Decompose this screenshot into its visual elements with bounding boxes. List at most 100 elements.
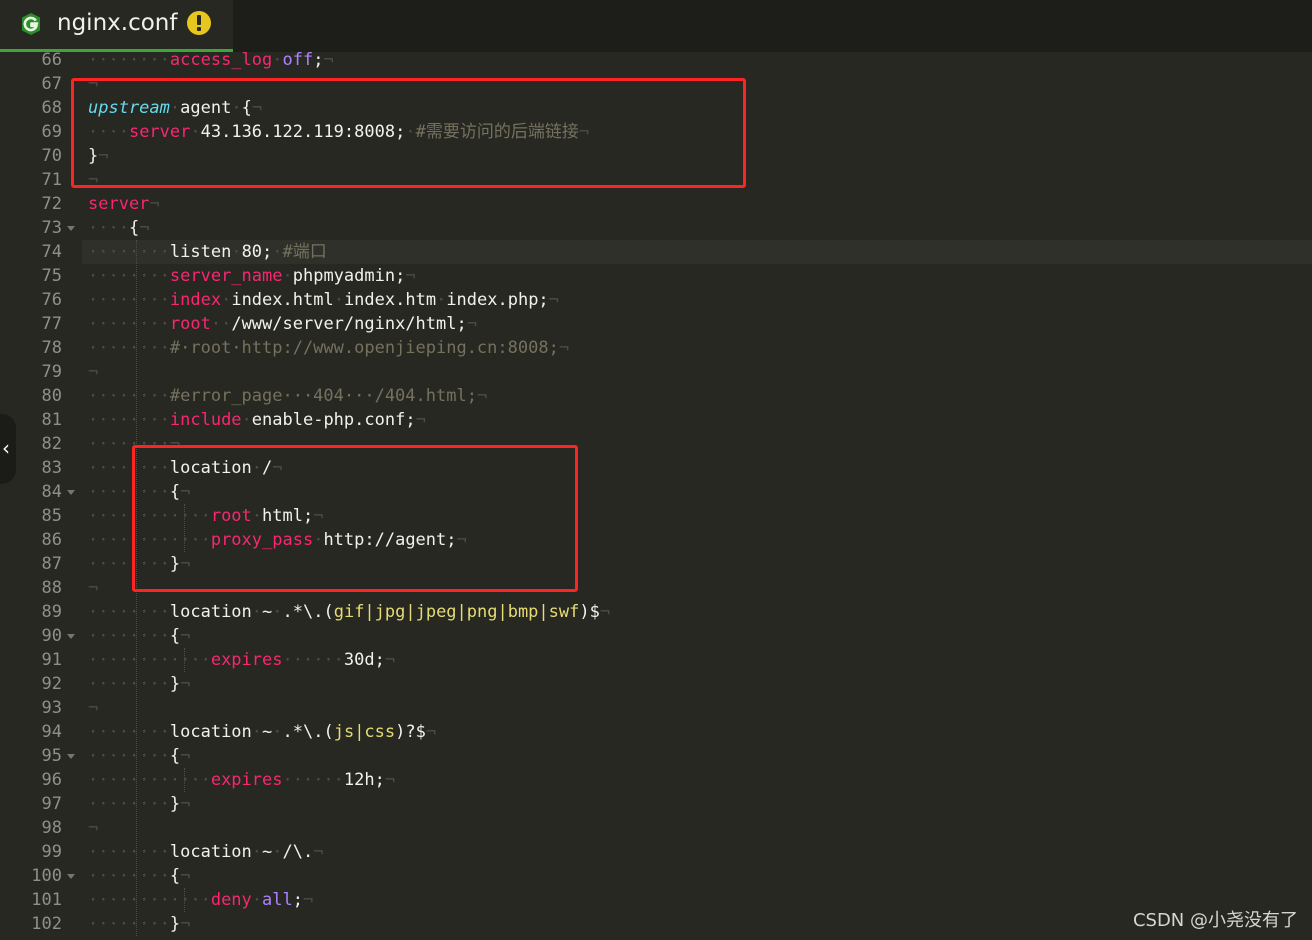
code-line[interactable]: ········}¬ (82, 912, 1312, 936)
code-line[interactable]: ········#error_page···404···/404.html;¬ (82, 384, 1312, 408)
code-token: location (169, 722, 252, 742)
whitespace-marker: ·· (210, 314, 232, 334)
code-line[interactable]: ········{¬ (82, 624, 1312, 648)
warning-icon[interactable] (187, 11, 211, 35)
whitespace-marker: · (272, 842, 283, 862)
fold-arrow-icon[interactable] (67, 634, 75, 639)
code-token: ; (292, 890, 303, 910)
line-number: 89 (41, 602, 62, 622)
whitespace-marker: · (251, 602, 263, 622)
code-token: gif|jpg|jpeg|png|bmp|swf (333, 602, 580, 622)
code-line[interactable]: ········}¬ (82, 792, 1312, 816)
code-line[interactable]: ········}¬ (82, 672, 1312, 696)
whitespace-marker: · (231, 242, 242, 262)
code-token: js|css (333, 722, 396, 742)
line-number: 72 (41, 194, 62, 214)
line-number: 66 (41, 52, 62, 70)
code-line[interactable]: ········location·~·.*\.(gif|jpg|jpeg|png… (82, 600, 1312, 624)
line-number: 84 (41, 482, 62, 502)
line-number: 101 (31, 890, 62, 910)
line-number: 68 (41, 98, 62, 118)
fold-arrow-icon[interactable] (67, 226, 75, 231)
line-number: 93 (41, 698, 62, 718)
line-number: 74 (41, 242, 62, 262)
line-number: 77 (41, 314, 62, 334)
whitespace-marker: ········ (88, 626, 170, 646)
side-panel-toggle[interactable]: ‹ (0, 414, 16, 484)
fold-arrow-icon[interactable] (67, 754, 75, 759)
code-token: ~ (262, 842, 273, 862)
code-token: expires (210, 650, 283, 670)
whitespace-marker: · (272, 722, 283, 742)
line-number: 75 (41, 266, 62, 286)
line-number: 69 (41, 122, 62, 142)
code-token: index.html (231, 290, 334, 310)
code-line[interactable]: ········server_name·phpmyadmin;¬ (82, 264, 1312, 288)
fold-arrow-icon[interactable] (67, 874, 75, 879)
whitespace-marker: ········ (88, 266, 170, 286)
code-line[interactable]: ········#·root·http://www.openjieping.cn… (82, 336, 1312, 360)
fold-arrow-icon[interactable] (67, 490, 75, 495)
code-token: /www/server/nginx/html; (231, 314, 467, 334)
whitespace-marker: ¬ (180, 674, 191, 694)
code-token: deny (210, 890, 252, 910)
whitespace-marker: ········ (88, 602, 170, 622)
code-line[interactable]: ········{¬ (82, 744, 1312, 768)
line-number: 78 (41, 338, 62, 358)
upstream-highlight-box (71, 78, 746, 188)
whitespace-marker: ········ (88, 842, 170, 862)
whitespace-marker: ········ (88, 794, 170, 814)
code-line[interactable]: ········{¬ (82, 864, 1312, 888)
line-number: 97 (41, 794, 62, 814)
whitespace-marker: ········ (88, 52, 170, 70)
code-token: { (169, 746, 181, 766)
whitespace-marker: · (241, 410, 252, 430)
whitespace-marker: ¬ (558, 338, 570, 358)
whitespace-marker: · (282, 266, 293, 286)
code-line[interactable]: ············expires······30d;¬ (82, 648, 1312, 672)
whitespace-marker: · (272, 52, 283, 70)
code-line[interactable]: server¬ (82, 192, 1312, 216)
code-line[interactable]: ¬ (82, 360, 1312, 384)
whitespace-marker: · (272, 242, 283, 262)
whitespace-marker: ············ (88, 650, 211, 670)
watermark: CSDN @小尧没有了 (1132, 910, 1298, 931)
code-token: } (169, 794, 181, 814)
whitespace-marker: ········ (88, 674, 170, 694)
whitespace-marker: ¬ (313, 842, 324, 862)
code-line[interactable]: ········access_log·off;¬ (82, 52, 1312, 72)
whitespace-marker: ¬ (88, 362, 99, 382)
whitespace-marker: ¬ (180, 914, 191, 934)
code-line[interactable]: ············expires······12h;¬ (82, 768, 1312, 792)
code-line[interactable]: ····{¬ (82, 216, 1312, 240)
code-line[interactable]: ········include·enable-php.conf;¬ (82, 408, 1312, 432)
code-line[interactable]: ¬ (82, 816, 1312, 840)
line-number: 95 (41, 746, 62, 766)
whitespace-marker: ¬ (88, 818, 99, 838)
code-token: )?$ (395, 722, 426, 742)
line-number: 100 (31, 866, 62, 886)
whitespace-marker: ······ (282, 770, 344, 790)
whitespace-marker: ······ (282, 650, 344, 670)
code-token: 12h; (343, 770, 385, 790)
whitespace-marker: ¬ (139, 218, 150, 238)
code-token: { (169, 626, 181, 646)
code-line[interactable]: ¬ (82, 696, 1312, 720)
line-number: 79 (41, 362, 62, 382)
code-line[interactable]: ········root··/www/server/nginx/html;¬ (82, 312, 1312, 336)
whitespace-marker: ········ (88, 386, 170, 406)
whitespace-marker: ¬ (180, 794, 191, 814)
whitespace-marker: ¬ (303, 890, 314, 910)
code-line[interactable]: ········listen·80;·#端口 (82, 240, 1312, 264)
whitespace-marker: ¬ (476, 386, 488, 406)
line-number: 86 (41, 530, 62, 550)
tab-nginx-conf[interactable]: nginx.conf (0, 0, 233, 52)
code-line[interactable]: ········location·~·/\.¬ (82, 840, 1312, 864)
code-line[interactable]: ············deny·all;¬ (82, 888, 1312, 912)
line-number: 99 (41, 842, 62, 862)
whitespace-marker: ········ (88, 914, 170, 934)
code-line[interactable]: ········index·index.html·index.htm·index… (82, 288, 1312, 312)
code-token: #·root·http://www.openjieping.cn:8008; (169, 338, 559, 358)
whitespace-marker: ········ (88, 338, 170, 358)
code-line[interactable]: ········location·~·.*\.(js|css)?$¬ (82, 720, 1312, 744)
